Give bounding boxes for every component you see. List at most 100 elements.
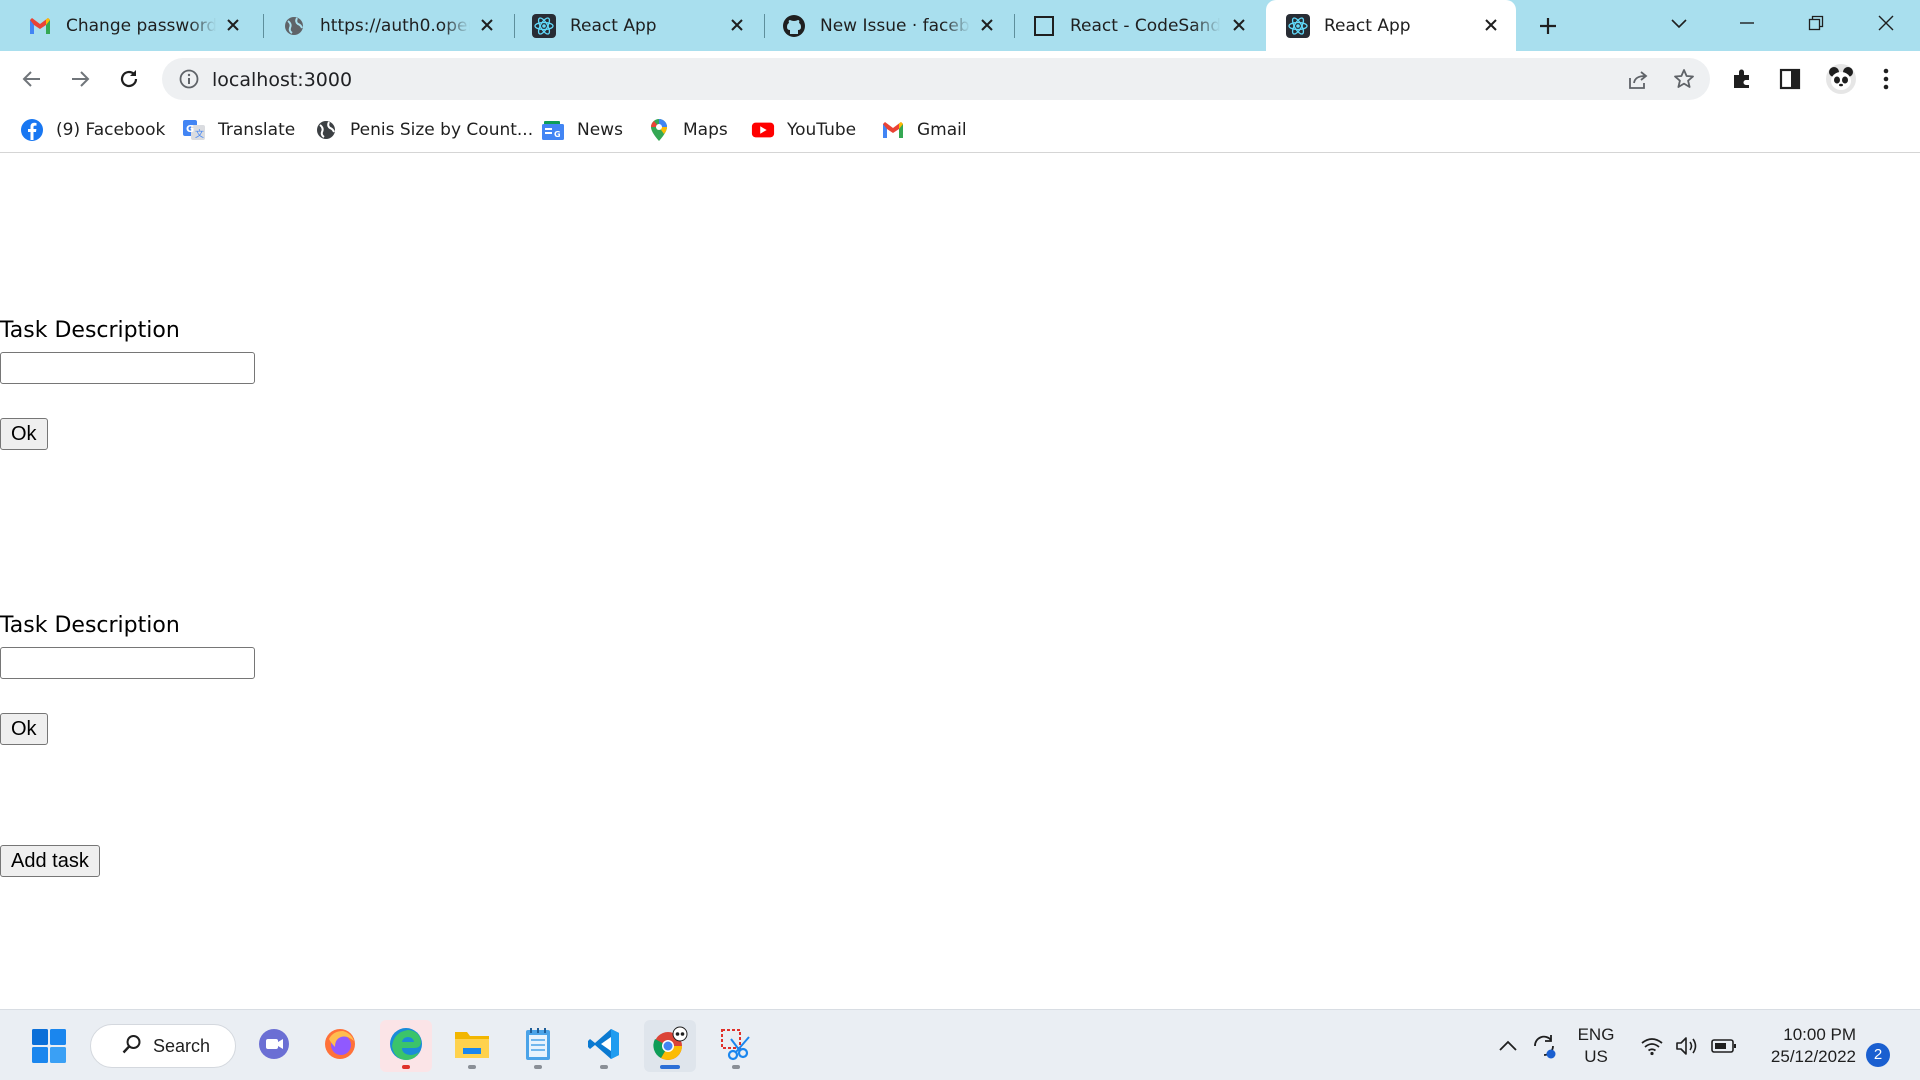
browser-toolbar: localhost:3000: [0, 51, 1920, 106]
vscode-icon: [587, 1027, 621, 1066]
close-tab-icon[interactable]: [222, 14, 244, 36]
close-window-button[interactable]: [1863, 8, 1909, 38]
svg-text:文: 文: [195, 128, 204, 140]
running-indicator: [732, 1065, 740, 1069]
tab-new-issue[interactable]: New Issue · facebo: [762, 0, 1012, 51]
close-tab-icon[interactable]: [476, 14, 498, 36]
bookmark-label: Penis Size by Count...: [350, 119, 534, 140]
bookmark-gmail[interactable]: Gmail: [881, 106, 967, 153]
tab-search-button[interactable]: [1656, 8, 1702, 38]
show-hidden-icons-chevron-up-icon[interactable]: [1494, 1032, 1522, 1060]
address-bar[interactable]: localhost:3000: [162, 58, 1710, 100]
taskbar-firefox[interactable]: [314, 1020, 366, 1072]
maps-icon: [647, 118, 671, 142]
task-description-input[interactable]: [0, 647, 255, 679]
bookmark-translate[interactable]: G文 Translate: [182, 106, 295, 153]
input-language[interactable]: ENG US: [1576, 1024, 1616, 1068]
tab-codesandbox[interactable]: React - CodeSandb: [1012, 0, 1264, 51]
bookmark-news[interactable]: G News: [541, 106, 623, 153]
extensions-icon[interactable]: [1728, 65, 1756, 93]
bookmark-label: Translate: [218, 119, 296, 140]
side-panel-icon[interactable]: [1776, 65, 1804, 93]
site-info-icon[interactable]: [178, 68, 200, 90]
chrome-icon: [651, 1025, 689, 1068]
notepad-icon: [523, 1027, 553, 1066]
close-tab-icon[interactable]: [726, 14, 748, 36]
back-button[interactable]: [16, 63, 48, 95]
bookmark-label: Gmail: [917, 119, 967, 140]
taskbar-vscode[interactable]: [578, 1020, 630, 1072]
tab-title: React - CodeSandb: [1070, 15, 1220, 36]
new-tab-button[interactable]: [1533, 11, 1563, 41]
taskbar-notepad[interactable]: [512, 1020, 564, 1072]
firefox-icon: [323, 1027, 357, 1066]
forward-button[interactable]: [64, 63, 96, 95]
github-icon: [782, 14, 806, 38]
bookmark-star-icon[interactable]: [1672, 67, 1696, 91]
close-tab-icon[interactable]: [976, 14, 998, 36]
ok-button[interactable]: Ok: [0, 418, 48, 450]
bookmark-label: YouTube: [787, 119, 857, 140]
volume-icon[interactable]: [1674, 1032, 1702, 1060]
bookmark-label: (9) Facebook: [56, 119, 166, 140]
reload-button[interactable]: [113, 63, 145, 95]
svg-text:G: G: [554, 130, 561, 139]
language-code: ENG: [1577, 1025, 1615, 1044]
running-indicator: [660, 1065, 680, 1069]
battery-icon[interactable]: [1710, 1032, 1738, 1060]
share-icon[interactable]: [1626, 68, 1650, 92]
ok-button[interactable]: Ok: [0, 713, 48, 745]
windows-taskbar: Search ENG US 10:00 PM 25/12/2022 2: [0, 1009, 1920, 1080]
page-content: Task Description Ok Task Description Ok …: [0, 154, 1920, 1009]
taskbar-edge[interactable]: [380, 1020, 432, 1072]
tab-title: https://auth0.open: [320, 15, 470, 36]
task-description-input[interactable]: [0, 352, 255, 384]
close-tab-icon[interactable]: [1228, 14, 1250, 36]
running-indicator: [402, 1065, 410, 1069]
tab-title: React App: [570, 15, 657, 36]
bookmark-youtube[interactable]: YouTube: [751, 106, 856, 153]
close-tab-icon[interactable]: [1480, 14, 1502, 36]
system-clock[interactable]: 10:00 PM 25/12/2022: [1756, 1024, 1856, 1068]
running-indicator: [534, 1065, 542, 1069]
profile-avatar[interactable]: [1824, 62, 1858, 96]
running-indicator: [600, 1065, 608, 1069]
notification-count-badge[interactable]: 2: [1866, 1043, 1890, 1067]
restore-button[interactable]: [1793, 8, 1839, 38]
bookmark-facebook[interactable]: (9) Facebook: [20, 106, 165, 153]
task-description-label: Task Description: [0, 318, 180, 343]
bookmark-maps[interactable]: Maps: [647, 106, 728, 153]
teams-icon: [257, 1027, 291, 1066]
facebook-icon: [20, 118, 44, 142]
gmail-icon: [28, 14, 52, 38]
taskbar-teams[interactable]: [248, 1020, 300, 1072]
bookmark-label: News: [577, 119, 623, 140]
globe-icon: [282, 14, 306, 38]
sync-icon[interactable]: [1530, 1032, 1558, 1060]
clock-time: 10:00 PM: [1783, 1025, 1856, 1044]
react-icon: [1286, 13, 1310, 38]
edge-icon: [388, 1026, 424, 1067]
tab-title: New Issue · facebo: [820, 15, 970, 36]
react-icon: [532, 13, 556, 38]
url-text[interactable]: localhost:3000: [212, 69, 352, 91]
taskbar-chrome[interactable]: [644, 1020, 696, 1072]
tab-auth0[interactable]: https://auth0.open: [262, 0, 512, 51]
tab-react-app-active[interactable]: React App: [1266, 0, 1516, 51]
tab-change-password[interactable]: Change password f: [8, 0, 258, 51]
file-explorer-icon: [454, 1028, 490, 1065]
start-button[interactable]: [23, 1020, 75, 1072]
bookmark-penis-size[interactable]: Penis Size by Count...: [314, 106, 533, 153]
add-task-button[interactable]: Add task: [0, 845, 100, 877]
taskbar-search[interactable]: Search: [90, 1024, 236, 1068]
search-icon: [121, 1033, 143, 1060]
taskbar-file-explorer[interactable]: [446, 1020, 498, 1072]
more-menu-icon[interactable]: [1872, 65, 1900, 93]
search-label: Search: [153, 1035, 211, 1056]
wifi-icon[interactable]: [1638, 1032, 1666, 1060]
taskbar-snipping-tool[interactable]: [710, 1020, 762, 1072]
minimize-button[interactable]: [1724, 8, 1770, 38]
news-icon: G: [541, 118, 565, 142]
globe-icon: [314, 118, 338, 142]
tab-react-app-1[interactable]: React App: [512, 0, 762, 51]
